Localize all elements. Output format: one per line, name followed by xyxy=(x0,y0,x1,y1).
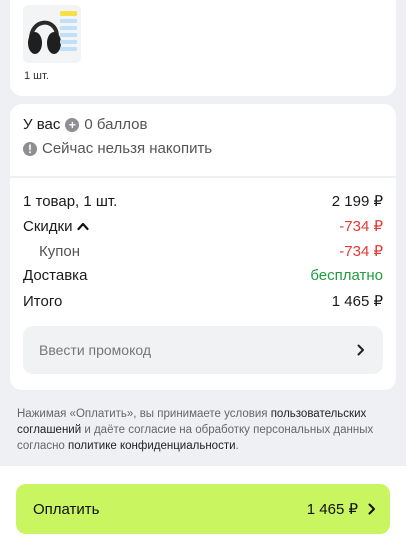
order-items-card: 1 шт. xyxy=(10,0,396,96)
pay-button[interactable]: Оплатить 1 465 ₽ xyxy=(16,484,390,534)
points-card: У вас + 0 баллов ! Сейчас нельзя накопит… xyxy=(10,104,396,176)
points-label: У вас xyxy=(23,116,61,133)
item-quantity: 1 шт. xyxy=(24,70,49,82)
terms-text: Нажимая «Оплатить», вы принимаете услови… xyxy=(17,406,393,454)
promo-code-button[interactable]: Ввести промокод xyxy=(23,326,383,374)
grand-total-row: Итого 1 465 ₽ xyxy=(23,292,383,311)
chevron-right-icon xyxy=(357,344,364,356)
points-info-row: ! Сейчас нельзя накопить xyxy=(23,140,383,157)
delivery-row: Доставка бесплатно xyxy=(23,267,383,284)
plus-circle-icon: + xyxy=(65,117,80,132)
points-info-text: Сейчас нельзя накопить xyxy=(42,140,213,157)
terms-suffix: . xyxy=(235,440,239,452)
items-total-row: 1 товар, 1 шт. 2 199 ₽ xyxy=(23,192,383,211)
promo-code-placeholder: Ввести промокод xyxy=(39,342,152,358)
order-summary-card: 1 товар, 1 шт. 2 199 ₽ Скидки -734 ₽ Куп… xyxy=(10,178,396,390)
pay-button-amount: 1 465 ₽ xyxy=(306,501,358,518)
delivery-label: Доставка xyxy=(23,267,88,284)
chevron-right-icon xyxy=(368,503,375,515)
pay-button-label: Оплатить xyxy=(33,500,100,518)
coupon-value: -734 ₽ xyxy=(339,243,383,260)
grand-total-value: 1 465 ₽ xyxy=(331,293,383,310)
points-value: 0 баллов xyxy=(84,116,148,133)
info-circle-icon: ! xyxy=(23,141,37,156)
privacy-policy-link[interactable]: политике конфиденциальности xyxy=(68,440,236,452)
chevron-up-icon[interactable] xyxy=(77,221,90,231)
discounts-label: Скидки xyxy=(23,217,73,235)
product-thumbnail[interactable] xyxy=(23,5,81,63)
discounts-row[interactable]: Скидки -734 ₽ xyxy=(23,217,383,236)
items-total-label: 1 товар, 1 шт. xyxy=(23,192,118,210)
coupon-row: Купон -734 ₽ xyxy=(39,242,383,261)
points-row: У вас + 0 баллов xyxy=(23,116,383,133)
headphones-image xyxy=(23,5,81,63)
grand-total-label: Итого xyxy=(23,292,63,310)
coupon-label: Купон xyxy=(39,242,80,260)
items-total-value: 2 199 ₽ xyxy=(331,193,383,210)
delivery-value: бесплатно xyxy=(310,267,383,284)
discounts-value: -734 ₽ xyxy=(339,218,383,235)
terms-prefix: Нажимая «Оплатить», вы принимаете услови… xyxy=(17,408,271,420)
bottom-bar: Оплатить 1 465 ₽ xyxy=(0,466,406,545)
